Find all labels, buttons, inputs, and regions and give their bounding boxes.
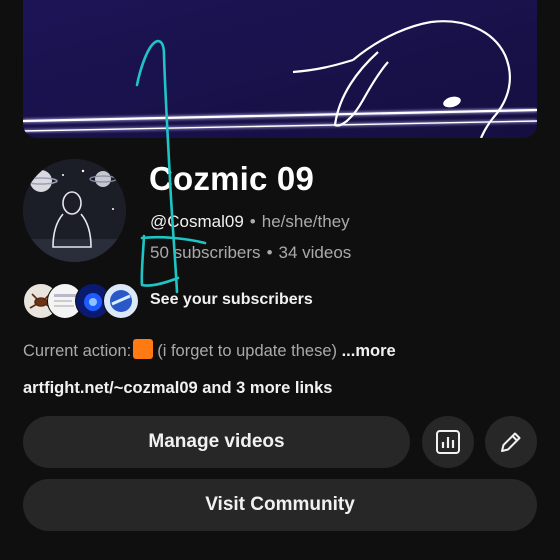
visit-community-button[interactable]: Visit Community	[23, 479, 537, 531]
description-prefix: Current action:	[23, 342, 132, 360]
subscriber-count: 50 subscribers	[150, 243, 261, 262]
channel-handle-line: @Cosmal09 • he/she/they	[150, 212, 350, 232]
pencil-icon	[501, 432, 521, 452]
subscriber-avatars[interactable]	[23, 283, 139, 319]
video-count: 34 videos	[278, 243, 352, 262]
channel-links[interactable]: artfight.net/~cozmal09 and 3 more links	[23, 379, 332, 398]
analytics-button[interactable]	[422, 416, 474, 468]
description-text: (i forget to update these)	[157, 342, 337, 360]
see-subscribers-link[interactable]: See your subscribers	[150, 291, 313, 309]
analytics-icon	[436, 430, 460, 454]
channel-avatar[interactable]	[23, 159, 126, 262]
channel-pronouns: he/she/they	[261, 212, 350, 231]
channel-banner	[23, 0, 537, 138]
channel-stats-line: 50 subscribers • 34 videos	[150, 243, 351, 263]
orange-square-icon	[133, 339, 154, 359]
channel-handle: @Cosmal09	[150, 212, 244, 231]
channel-description[interactable]: Current action: (i forget to update these…	[23, 339, 396, 361]
description-more-link[interactable]: ...more	[342, 342, 396, 360]
subscriber-avatar	[103, 283, 139, 319]
meta-separator: •	[249, 212, 256, 231]
edit-button[interactable]	[485, 416, 537, 468]
manage-videos-button[interactable]: Manage videos	[23, 416, 410, 468]
meta-separator: •	[266, 243, 273, 262]
channel-name: Cozmic 09	[149, 160, 315, 197]
